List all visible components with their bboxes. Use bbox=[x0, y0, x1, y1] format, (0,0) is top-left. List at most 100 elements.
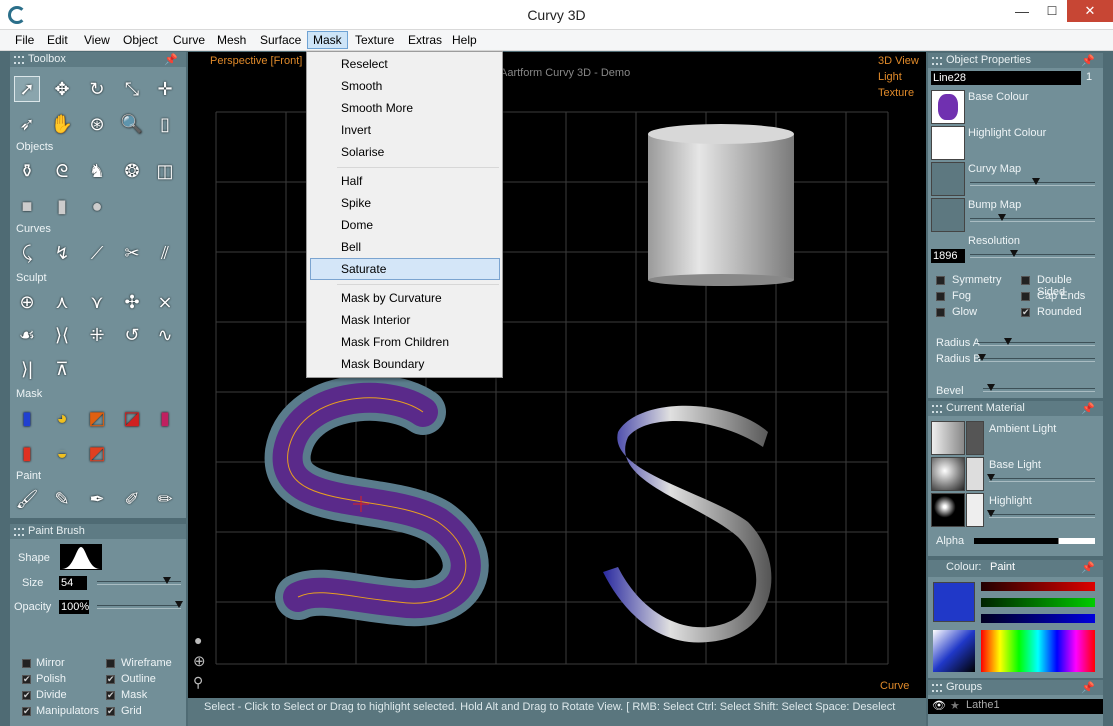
sphere-object-tool[interactable]: ● bbox=[84, 193, 110, 219]
colour-mode-label[interactable]: Paint bbox=[990, 560, 1015, 575]
menu-item-smooth[interactable]: Smooth bbox=[341, 79, 382, 93]
minimize-button[interactable]: — bbox=[1007, 0, 1037, 22]
resolution-field[interactable]: 1896 bbox=[931, 249, 965, 263]
slider-thumb[interactable] bbox=[978, 354, 986, 361]
lasso-tool[interactable]: ➶ bbox=[14, 111, 40, 137]
curve-reverse-tool[interactable]: ↯ bbox=[49, 240, 75, 266]
curvy-map-swatch[interactable] bbox=[931, 162, 965, 196]
paint-airbrush-tool[interactable]: ✎ bbox=[49, 486, 75, 512]
menu-curve[interactable]: Curve bbox=[173, 33, 205, 47]
bevel-slider[interactable] bbox=[983, 384, 1095, 392]
group-name[interactable]: Lathe1 bbox=[966, 699, 1000, 711]
manipulators-checkbox[interactable]: ✔ bbox=[22, 707, 31, 716]
divide-checkbox[interactable]: ✔ bbox=[22, 691, 31, 700]
menu-help[interactable]: Help bbox=[452, 33, 477, 47]
polish-checkbox[interactable]: ✔ bbox=[22, 675, 31, 684]
outline-checkbox[interactable]: ✔ bbox=[106, 675, 115, 684]
fog-checkbox[interactable] bbox=[936, 292, 945, 301]
mask-half-tool[interactable]: ▮ bbox=[14, 440, 40, 466]
paint-stamp-tool[interactable]: ✐ bbox=[119, 486, 145, 512]
close-button[interactable]: ✕ bbox=[1067, 0, 1113, 22]
menu-item-smooth-more[interactable]: Smooth More bbox=[341, 101, 413, 115]
sculpt-flatten-tool[interactable]: ⊼ bbox=[49, 356, 75, 382]
mode-light[interactable]: Light bbox=[878, 71, 902, 83]
mask-fill-tool[interactable]: ▮ bbox=[14, 405, 40, 431]
menu-item-reselect[interactable]: Reselect bbox=[341, 57, 388, 71]
blob-object-tool[interactable]: ❂ bbox=[119, 158, 145, 184]
purple-s-object[interactable] bbox=[264, 374, 489, 627]
curve-cut-tool[interactable]: ✂ bbox=[119, 240, 145, 266]
green-channel-slider[interactable] bbox=[981, 598, 1095, 607]
mask-checkbox[interactable]: ✔ bbox=[106, 691, 115, 700]
menu-item-mask-interior[interactable]: Mask Interior bbox=[341, 313, 410, 327]
curve-ruler-tool[interactable]: ⫽ bbox=[152, 240, 178, 266]
glow-checkbox[interactable] bbox=[936, 308, 945, 317]
slider-thumb[interactable] bbox=[987, 510, 995, 517]
maximize-button[interactable]: ☐ bbox=[1037, 0, 1067, 22]
menu-item-dome[interactable]: Dome bbox=[341, 218, 373, 232]
red-channel-slider[interactable] bbox=[981, 582, 1095, 591]
pan-hand-tool[interactable]: ✋ bbox=[49, 111, 75, 137]
mask-pie-tool[interactable]: ◕ bbox=[49, 405, 75, 431]
scale-tool[interactable]: ⤡ bbox=[119, 76, 145, 102]
radius-b-slider[interactable] bbox=[978, 354, 1095, 362]
pin-icon[interactable]: 📌 bbox=[1081, 681, 1095, 696]
slider-thumb[interactable] bbox=[987, 474, 995, 481]
radius-a-slider[interactable] bbox=[978, 338, 1095, 346]
rotate-tool[interactable]: ↻ bbox=[84, 76, 110, 102]
rounded-checkbox[interactable]: ✔ bbox=[1021, 308, 1030, 317]
base-light-preview[interactable] bbox=[931, 457, 965, 491]
sculpt-smudge-tool[interactable]: ☙ bbox=[14, 322, 40, 348]
menu-surface[interactable]: Surface bbox=[260, 33, 301, 47]
sculpt-pinch-tool[interactable]: ⋏ bbox=[49, 289, 75, 315]
bump-map-swatch[interactable] bbox=[931, 198, 965, 232]
mode-texture[interactable]: Texture bbox=[878, 87, 914, 99]
move-tool[interactable]: ✥ bbox=[49, 76, 75, 102]
menu-texture[interactable]: Texture bbox=[355, 33, 394, 47]
opacity-slider[interactable] bbox=[97, 601, 183, 609]
pin-icon[interactable]: 📌 bbox=[1081, 561, 1095, 576]
current-colour-swatch[interactable] bbox=[933, 582, 975, 622]
pin-icon[interactable]: 📌 bbox=[1081, 402, 1095, 417]
cap-ends-checkbox[interactable] bbox=[1021, 292, 1030, 301]
vase-object-tool[interactable]: ⚱ bbox=[14, 158, 40, 184]
menu-edit[interactable]: Edit bbox=[47, 33, 68, 47]
mode-3d-view[interactable]: 3D View bbox=[878, 55, 919, 67]
curve-knife-tool[interactable]: ⟋ bbox=[84, 240, 110, 266]
menu-item-mask-from-children[interactable]: Mask From Children bbox=[341, 335, 449, 349]
cylinder-object-tool[interactable]: ▮ bbox=[49, 193, 75, 219]
mask-gradient-tool[interactable]: ◩ bbox=[84, 405, 110, 431]
sculpt-wave-tool[interactable]: ∿ bbox=[152, 322, 178, 348]
slider-thumb[interactable] bbox=[163, 577, 171, 584]
3d-viewport[interactable]: Perspective [Front] Aartform Curvy 3D - … bbox=[188, 52, 926, 698]
base-colour-swatch[interactable] bbox=[931, 90, 965, 124]
base-light-slider[interactable] bbox=[987, 474, 1095, 482]
paint-eraser-tool[interactable]: ✏ bbox=[152, 486, 178, 512]
menu-item-bell[interactable]: Bell bbox=[341, 240, 361, 254]
mask-diagonal-tool[interactable]: ◩ bbox=[84, 440, 110, 466]
sculpt-spread-tool[interactable]: ⁜ bbox=[84, 322, 110, 348]
slider-thumb[interactable] bbox=[1032, 178, 1040, 185]
pin-icon[interactable]: 📌 bbox=[1081, 54, 1095, 69]
cube-object-tool[interactable]: ■ bbox=[14, 193, 40, 219]
visibility-eye-icon[interactable]: 👁 bbox=[932, 699, 946, 712]
paint-brush-tool[interactable]: 🖌 bbox=[14, 486, 40, 512]
paint-smear-tool[interactable]: ✒ bbox=[84, 486, 110, 512]
highlight-colour-swatch[interactable] bbox=[931, 126, 965, 160]
slider-thumb[interactable] bbox=[1004, 338, 1012, 345]
highlight-slider[interactable] bbox=[987, 510, 1095, 518]
slider-thumb[interactable] bbox=[998, 214, 1006, 221]
grid-checkbox[interactable]: ✔ bbox=[106, 707, 115, 716]
menu-item-mask-boundary[interactable]: Mask Boundary bbox=[341, 357, 424, 371]
alpha-slider[interactable] bbox=[974, 538, 1095, 544]
opacity-field[interactable]: 100% bbox=[59, 600, 89, 614]
zoom-tool[interactable]: 🔍 bbox=[119, 111, 145, 137]
sculpt-split-tool[interactable]: ⟩⟨ bbox=[49, 322, 75, 348]
add-point-tool[interactable]: ✛ bbox=[152, 76, 178, 102]
figure-object-tool[interactable]: ♞ bbox=[84, 158, 110, 184]
bump-map-slider[interactable] bbox=[970, 214, 1095, 222]
select-tool[interactable]: ➚ bbox=[14, 76, 40, 102]
menu-item-solarise[interactable]: Solarise bbox=[341, 145, 384, 159]
star-icon[interactable]: ★ bbox=[950, 699, 960, 712]
menu-view[interactable]: View bbox=[84, 33, 110, 47]
